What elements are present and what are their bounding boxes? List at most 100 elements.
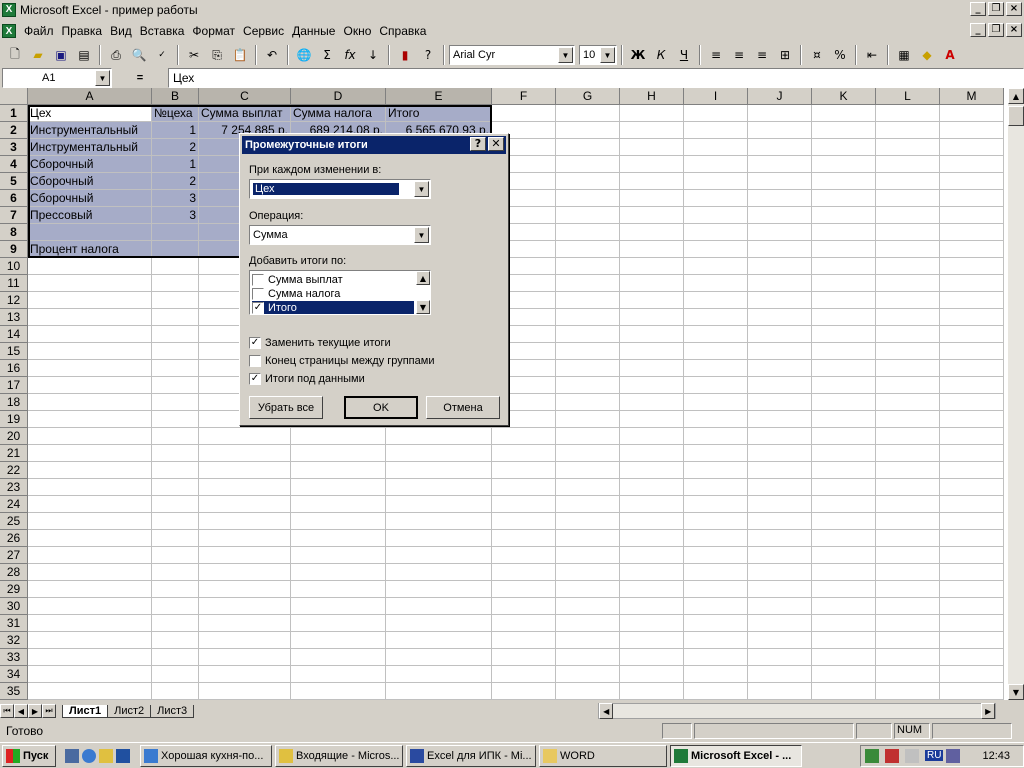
open-icon[interactable]: ▰ — [27, 44, 49, 66]
table-cell[interactable] — [684, 105, 748, 122]
table-cell[interactable] — [748, 122, 812, 139]
table-cell[interactable] — [386, 513, 492, 530]
taskbar-item-word-doc[interactable]: Excel для ИПК - Mi... — [406, 744, 536, 767]
table-cell[interactable] — [876, 241, 940, 258]
table-cell[interactable] — [940, 122, 1004, 139]
table-cell[interactable] — [152, 496, 199, 513]
name-box-dropdown-icon[interactable]: ▼ — [95, 70, 110, 86]
cut-icon[interactable]: ✂ — [183, 44, 205, 66]
table-cell[interactable] — [876, 615, 940, 632]
name-box[interactable]: A1 ▼ — [2, 68, 112, 88]
remove-all-button[interactable]: Убрать все — [249, 396, 323, 419]
table-cell[interactable] — [199, 564, 291, 581]
table-cell[interactable] — [291, 683, 386, 700]
table-cell[interactable] — [940, 445, 1004, 462]
table-cell[interactable] — [152, 462, 199, 479]
row-header[interactable]: 21 — [0, 445, 28, 462]
table-cell[interactable] — [152, 360, 199, 377]
table-cell[interactable] — [684, 258, 748, 275]
new-icon[interactable]: 🗋 — [4, 44, 26, 66]
table-cell[interactable] — [812, 445, 876, 462]
table-cell[interactable]: 3 — [152, 207, 199, 224]
table-cell[interactable] — [556, 173, 620, 190]
table-cell[interactable] — [812, 377, 876, 394]
table-cell[interactable] — [556, 292, 620, 309]
row-header[interactable]: 24 — [0, 496, 28, 513]
column-header[interactable]: B — [152, 88, 199, 105]
row-header[interactable]: 34 — [0, 666, 28, 683]
help-icon[interactable]: ? — [417, 44, 439, 66]
undo-icon[interactable]: ↶ — [261, 44, 283, 66]
table-cell[interactable]: 2 — [152, 139, 199, 156]
table-cell[interactable] — [620, 377, 684, 394]
table-cell[interactable] — [748, 445, 812, 462]
table-cell[interactable] — [812, 649, 876, 666]
table-cell[interactable] — [684, 360, 748, 377]
column-header[interactable]: J — [748, 88, 812, 105]
outlook-icon[interactable] — [99, 748, 113, 763]
table-cell[interactable] — [940, 683, 1004, 700]
table-cell[interactable] — [291, 513, 386, 530]
list-item[interactable]: ✓ Итого — [252, 301, 414, 314]
table-cell[interactable] — [152, 241, 199, 258]
table-cell[interactable] — [748, 241, 812, 258]
desktop-icon[interactable] — [65, 748, 79, 763]
row-header[interactable]: 9 — [0, 241, 28, 258]
table-cell[interactable] — [684, 173, 748, 190]
table-cell[interactable] — [748, 496, 812, 513]
table-cell[interactable] — [620, 581, 684, 598]
table-cell[interactable] — [876, 581, 940, 598]
table-cell[interactable]: 2 — [152, 173, 199, 190]
table-cell[interactable]: Сборочный — [28, 173, 152, 190]
table-cell[interactable] — [684, 530, 748, 547]
close-icon[interactable]: × — [1006, 2, 1022, 16]
table-cell[interactable] — [620, 649, 684, 666]
table-cell[interactable] — [684, 632, 748, 649]
row-header[interactable]: 6 — [0, 190, 28, 207]
table-cell[interactable] — [876, 462, 940, 479]
table-cell[interactable] — [556, 224, 620, 241]
table-cell[interactable] — [812, 513, 876, 530]
table-cell[interactable] — [684, 122, 748, 139]
table-cell[interactable]: Инструментальный — [28, 139, 152, 156]
table-cell[interactable] — [28, 360, 152, 377]
table-cell[interactable] — [876, 343, 940, 360]
table-cell[interactable] — [940, 632, 1004, 649]
table-cell[interactable] — [556, 156, 620, 173]
table-cell[interactable] — [748, 547, 812, 564]
row-header[interactable]: 19 — [0, 411, 28, 428]
table-cell[interactable] — [152, 411, 199, 428]
table-cell[interactable] — [492, 683, 556, 700]
table-cell[interactable] — [748, 224, 812, 241]
table-cell[interactable] — [28, 428, 152, 445]
table-cell[interactable] — [620, 122, 684, 139]
tray-av-icon[interactable] — [905, 748, 919, 763]
table-cell[interactable] — [940, 377, 1004, 394]
table-cell[interactable] — [28, 530, 152, 547]
table-cell[interactable] — [152, 598, 199, 615]
table-cell[interactable] — [152, 632, 199, 649]
row-header[interactable]: 7 — [0, 207, 28, 224]
spelling-icon[interactable]: ✓ — [151, 44, 173, 66]
table-cell[interactable] — [28, 309, 152, 326]
table-cell[interactable] — [291, 462, 386, 479]
table-cell[interactable] — [492, 564, 556, 581]
dialog-close-icon[interactable]: ✕ — [488, 137, 504, 151]
table-cell[interactable] — [748, 394, 812, 411]
table-cell[interactable] — [812, 173, 876, 190]
row-header[interactable]: 17 — [0, 377, 28, 394]
table-cell[interactable] — [876, 411, 940, 428]
underline-icon[interactable]: Ч — [673, 44, 695, 66]
table-cell[interactable] — [748, 428, 812, 445]
table-cell[interactable] — [940, 547, 1004, 564]
table-cell[interactable] — [556, 462, 620, 479]
table-cell[interactable] — [684, 190, 748, 207]
row-header[interactable]: 20 — [0, 428, 28, 445]
column-header[interactable]: C — [199, 88, 291, 105]
table-cell[interactable] — [492, 615, 556, 632]
size-combo[interactable]: 10 ▼ — [579, 45, 617, 65]
table-cell[interactable] — [620, 105, 684, 122]
row-header[interactable]: 28 — [0, 564, 28, 581]
table-cell[interactable] — [940, 207, 1004, 224]
table-cell[interactable] — [940, 530, 1004, 547]
